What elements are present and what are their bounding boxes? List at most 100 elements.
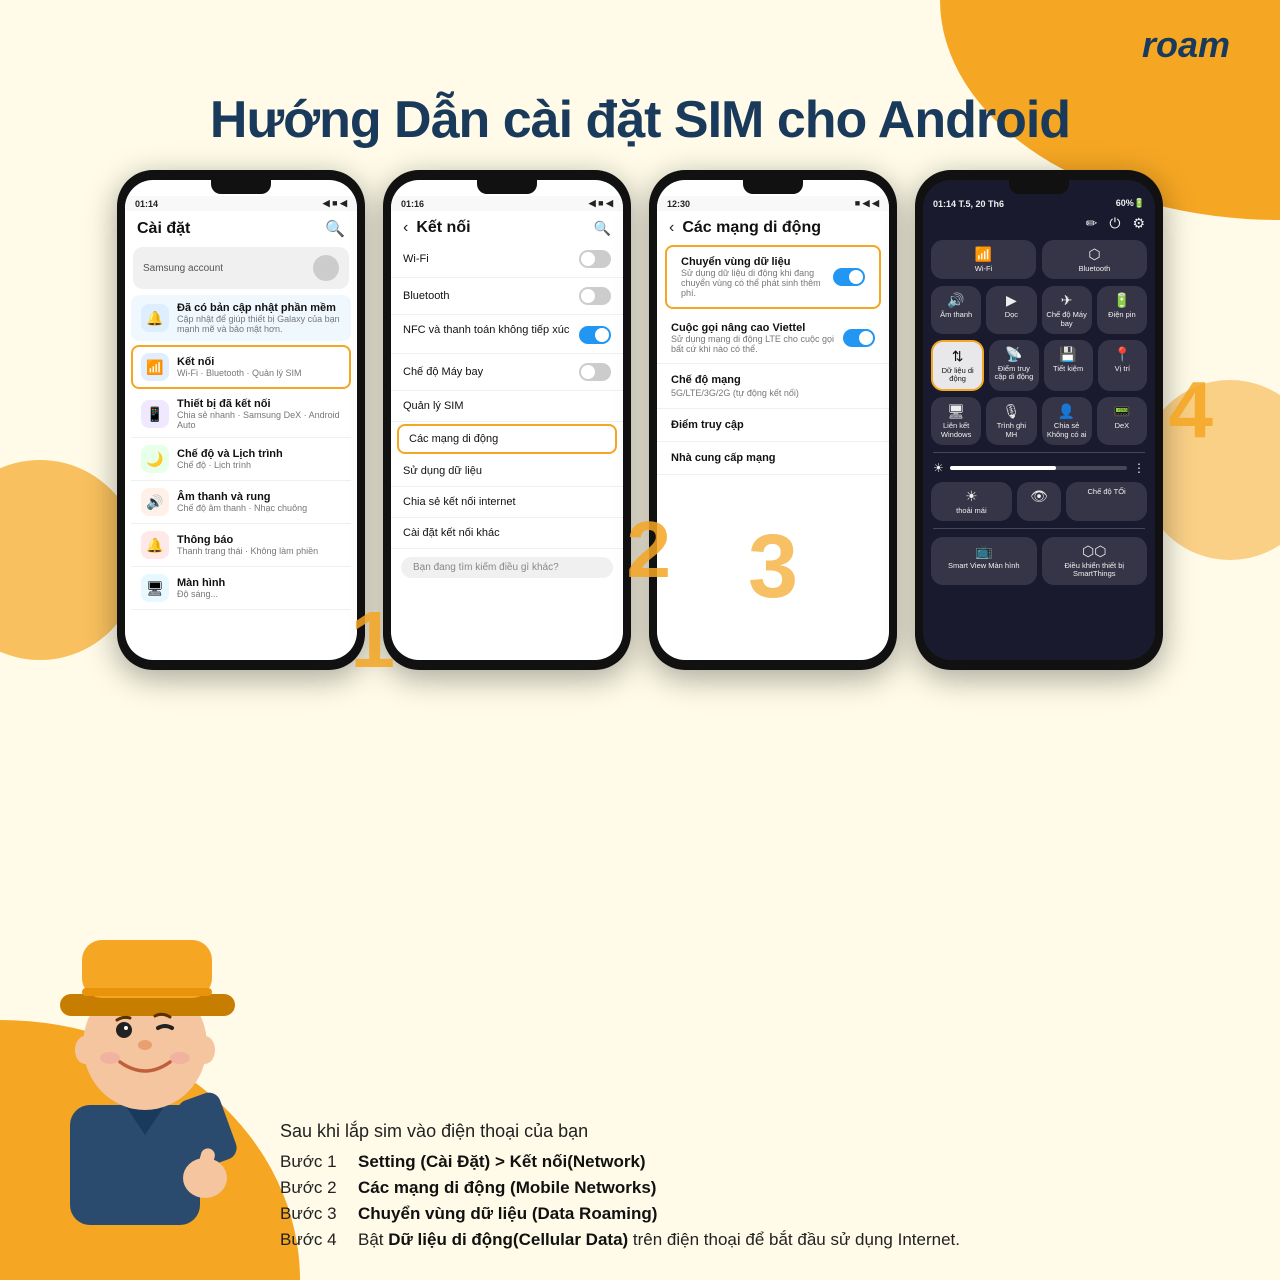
phone3-title: Các mạng di động <box>682 219 877 237</box>
qp-smartthings-tile[interactable]: ⬡⬡ Điều khiển thiết bị SmartThings <box>1042 537 1148 585</box>
mode-icon: 🌙 <box>141 445 169 473</box>
qp-row4: 🖥 Liên kết Windows 🎙 Trình ghi MH 👤 Chia… <box>923 394 1155 448</box>
screen-icon: 🖥 <box>141 574 169 602</box>
qp-sound-tile[interactable]: 🔊 Âm thanh <box>931 286 981 334</box>
settings-item-mode[interactable]: 🌙 Chế độ và Lịch trình Chế độ · Lịch trì… <box>131 438 351 481</box>
brightness-icon[interactable]: ☀ <box>933 461 944 475</box>
volte-toggle[interactable] <box>843 329 875 347</box>
screen-subtitle: Độ sáng... <box>177 589 341 599</box>
apn-item[interactable]: Điểm truy cập <box>657 409 889 442</box>
qp-power-icon[interactable]: ⏻ <box>1109 215 1120 232</box>
qp-sound-label: Âm thanh <box>940 311 972 319</box>
phone3-back-icon[interactable]: ‹ <box>669 219 674 237</box>
settings-item-notif[interactable]: 🔔 Thông báo Thanh trạng thái · Không làm… <box>131 524 351 567</box>
update-text: Đã có bản cập nhật phần mềm Cập nhật để … <box>177 302 341 334</box>
step3-center: 3 <box>748 516 798 619</box>
qp-wifi-tile[interactable]: 📶 Wi-Fi <box>931 240 1036 279</box>
bluetooth-row[interactable]: Bluetooth <box>391 278 623 315</box>
volte-row[interactable]: Cuộc gọi nâng cao Viettel Sử dụng mạng d… <box>657 313 889 364</box>
phone4-wrapper: 01:14 T.5, 20 Th6 60%🔋 ✏ ⏻ ⚙ 📶 Wi-Fi <box>915 170 1163 670</box>
qp-save-label: Tiết kiệm <box>1053 365 1083 373</box>
data-usage-row[interactable]: Sử dụng dữ liệu <box>391 456 623 487</box>
qp-bluetooth-tile[interactable]: ⬡ Bluetooth <box>1042 240 1147 279</box>
step4-label: Bước 4 <box>280 1230 350 1250</box>
data-roaming-labels: Chuyển vùng dữ liệu Sử dụng dữ liệu di đ… <box>681 256 827 298</box>
settings-item-screen[interactable]: 🖥 Màn hình Độ sáng... <box>131 567 351 610</box>
hotspot-row[interactable]: Chia sẻ kết nối internet <box>391 487 623 518</box>
qp-rotation-icon: ▶ <box>1006 292 1017 309</box>
step3-bold: Chuyển vùng dữ liệu (Data Roaming) <box>358 1204 657 1223</box>
airplane-row[interactable]: Chế độ Máy bay <box>391 354 623 391</box>
update-icon: 🔔 <box>141 304 169 332</box>
search-bar[interactable]: Bạn đang tìm kiếm điều gì khác? <box>401 557 613 578</box>
phone1-title: Cài đặt <box>137 220 190 238</box>
qp-eye-tile[interactable]: 👁 <box>1017 482 1061 521</box>
qp-location-tile[interactable]: 📍 Vị trí <box>1098 340 1147 392</box>
qp-battery-tile[interactable]: 🔋 Điện pin <box>1097 286 1147 334</box>
brightness-menu[interactable]: ⋮ <box>1133 461 1145 475</box>
network-mode-item[interactable]: Chế độ mạng 5G/LTE/3G/2G (tự động kết nố… <box>657 364 889 409</box>
qp-save-tile[interactable]: 💾 Tiết kiệm <box>1044 340 1093 392</box>
mode-title: Chế độ và Lịch trình <box>177 448 341 460</box>
samsung-account[interactable]: Samsung account <box>133 247 349 289</box>
qp-settings-icon[interactable]: ⚙ <box>1132 215 1145 232</box>
nfc-row[interactable]: NFC và thanh toán không tiếp xúc <box>391 315 623 354</box>
qp-airplane-icon: ✈ <box>1061 292 1073 309</box>
phone3-header: ‹ Các mạng di động <box>657 211 889 241</box>
sound-subtitle: Chế độ âm thanh · Nhạc chuông <box>177 503 341 513</box>
qp-share-tile[interactable]: 👤 Chia sẻ Không có ai <box>1042 397 1092 445</box>
brightness-bar[interactable] <box>950 466 1127 470</box>
qp-battery-icon: 🔋 <box>1113 292 1130 309</box>
data-roaming-toggle[interactable] <box>833 268 865 286</box>
settings-item-device[interactable]: 📱 Thiết bị đã kết nối Chia sẻ nhanh · Sa… <box>131 391 351 438</box>
airplane-toggle[interactable] <box>579 363 611 381</box>
qp-smartthings-icon: ⬡⬡ <box>1082 543 1106 560</box>
qp-share-label: Chia sẻ Không có ai <box>1046 422 1088 439</box>
qp-mobiledata-tile[interactable]: ⇅ Dữ liệu di động <box>931 340 984 392</box>
ketnoi-subtitle: Wi-Fi · Bluetooth · Quản lý SIM <box>177 368 341 378</box>
search-icon[interactable]: 🔍 <box>325 219 345 239</box>
back-arrow-icon[interactable]: ‹ <box>403 219 408 237</box>
phone3-wrapper: 12:30 ■ ◀ ◀ ‹ Các mạng di động Chuyển vù… <box>649 170 897 670</box>
bluetooth-toggle[interactable] <box>579 287 611 305</box>
data-roaming-title: Chuyển vùng dữ liệu <box>681 256 827 268</box>
logo: hi roam <box>1100 24 1230 66</box>
qp-record-tile[interactable]: 🎙 Trình ghi MH <box>986 397 1036 445</box>
settings-item-sound[interactable]: 🔊 Âm thanh và rung Chế độ âm thanh · Nhạ… <box>131 481 351 524</box>
search-icon2[interactable]: 🔍 <box>594 220 611 237</box>
other-settings-row[interactable]: Cài đặt kết nối khác <box>391 518 623 549</box>
qp-bt-icon: ⬡ <box>1088 246 1100 263</box>
provider-item[interactable]: Nhà cung cấp mạng <box>657 442 889 475</box>
settings-item-ketnoii[interactable]: 📶 Kết nối Wi-Fi · Bluetooth · Quản lý SI… <box>131 345 351 389</box>
qp-dex-tile[interactable]: 📟 DeX <box>1097 397 1147 445</box>
qp-airplane-tile[interactable]: ✈ Chế độ Máy bay <box>1042 286 1092 334</box>
mobile-networks-row[interactable]: Các mạng di động <box>397 424 617 454</box>
phone3-frame: 12:30 ■ ◀ ◀ ‹ Các mạng di động Chuyển vù… <box>649 170 897 670</box>
wifi-toggle[interactable] <box>579 250 611 268</box>
wifi-row[interactable]: Wi-Fi <box>391 241 623 278</box>
steps-list: Bước 1 Setting (Cài Đặt) > Kết nối(Netwo… <box>280 1152 1230 1250</box>
device-text: Thiết bị đã kết nối Chia sẻ nhanh · Sams… <box>177 398 341 430</box>
qp-mode-tile[interactable]: Chế độ TỐi <box>1066 482 1147 521</box>
qp-controls-row: ✏ ⏻ ⚙ <box>923 211 1155 236</box>
qp-edit-icon[interactable]: ✏ <box>1086 215 1098 232</box>
main-title: Hướng Dẫn cài đặt SIM cho Android <box>0 90 1280 150</box>
step4-number: 4 <box>1169 370 1214 450</box>
qp-smartview-tile[interactable]: 📺 Smart View Màn hình <box>931 537 1037 585</box>
data-roaming-row[interactable]: Chuyển vùng dữ liệu Sử dụng dữ liệu di đ… <box>665 245 881 309</box>
step2-desc: Các mạng di động (Mobile Networks) <box>358 1178 656 1198</box>
qp-dark-tile[interactable]: ☀ thoải mái <box>931 482 1012 521</box>
qp-hotspot-tile[interactable]: 📡 Điểm truy cập di động <box>989 340 1038 392</box>
phone2-frame: 01:16 ◀ ■ ◀ ‹ Kết nối 🔍 Wi-Fi Bluetooth <box>383 170 631 670</box>
nfc-toggle[interactable] <box>579 326 611 344</box>
phone2-wrapper: 01:16 ◀ ■ ◀ ‹ Kết nối 🔍 Wi-Fi Bluetooth <box>383 170 631 670</box>
sim-mgmt-row[interactable]: Quản lý SIM <box>391 391 623 422</box>
settings-item-update[interactable]: 🔔 Đã có bản cập nhật phần mềm Cập nhật đ… <box>131 295 351 341</box>
phone3-status-icons: ■ ◀ ◀ <box>855 198 879 209</box>
qp-windows-icon: 🖥 <box>947 403 965 420</box>
qp-hotspot-label: Điểm truy cập di động <box>993 365 1034 382</box>
sound-text: Âm thanh và rung Chế độ âm thanh · Nhạc … <box>177 491 341 513</box>
qp-rotation-tile[interactable]: ▶ Dọc <box>986 286 1036 334</box>
other-settings-label: Cài đặt kết nối khác <box>403 527 500 539</box>
qp-windows-tile[interactable]: 🖥 Liên kết Windows <box>931 397 981 445</box>
